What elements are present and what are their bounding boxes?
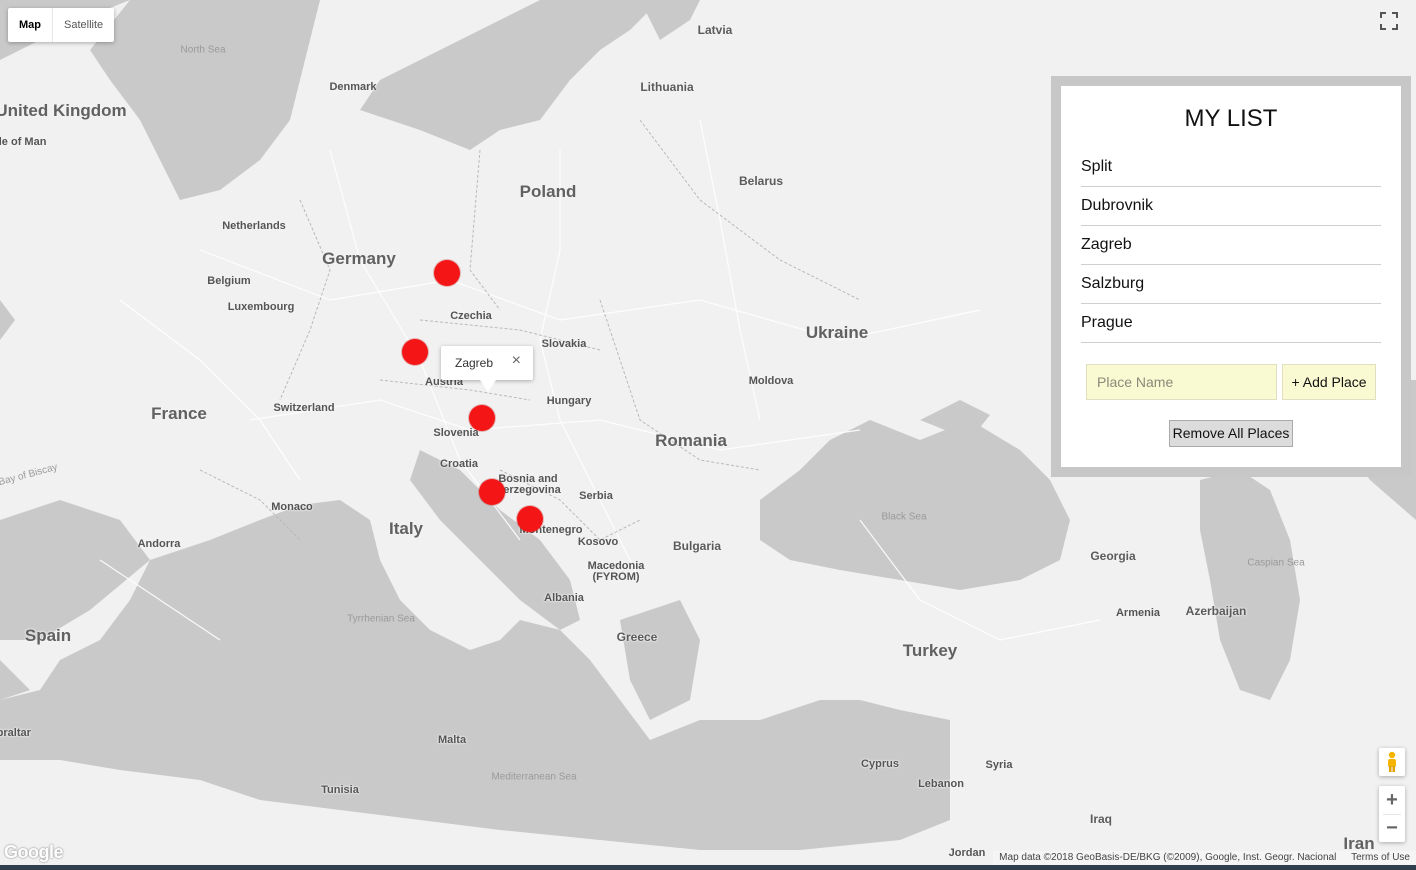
my-list-inner: MY LIST Split Dubrovnik Zagreb Salzburg … (1061, 86, 1401, 467)
marker-split[interactable] (479, 479, 505, 505)
close-icon[interactable]: × (512, 353, 521, 369)
marker-prague[interactable] (434, 260, 460, 286)
info-window: Zagreb × (441, 346, 533, 392)
list-item-zagreb[interactable]: Zagreb (1081, 226, 1381, 265)
attribution-text: Map data ©2018 GeoBasis-DE/BKG (©2009), … (999, 852, 1337, 863)
terms-of-use-link[interactable]: Terms of Use (1351, 852, 1410, 863)
marker-zagreb[interactable] (469, 405, 495, 431)
info-window-title: Zagreb (455, 356, 494, 370)
remove-all-places-button[interactable]: Remove All Places (1169, 420, 1293, 447)
bottom-strip (0, 865, 1416, 870)
list-item-dubrovnik[interactable]: Dubrovnik (1081, 187, 1381, 226)
marker-salzburg[interactable] (402, 339, 428, 365)
zoom-in-button[interactable]: + (1379, 786, 1405, 814)
my-list-panel: MY LIST Split Dubrovnik Zagreb Salzburg … (1051, 76, 1411, 477)
list-item-prague[interactable]: Prague (1081, 304, 1381, 343)
places-list: Split Dubrovnik Zagreb Salzburg Prague (1081, 148, 1381, 343)
zoom-control: + − (1379, 786, 1405, 842)
list-item-split[interactable]: Split (1081, 148, 1381, 187)
pegman-icon (1388, 751, 1396, 772)
marker-dubrovnik[interactable] (517, 506, 543, 532)
zoom-divider (1383, 814, 1401, 815)
fullscreen-button[interactable] (1374, 6, 1404, 36)
map-attribution: Map data ©2018 GeoBasis-DE/BKG (©2009), … (993, 851, 1416, 865)
map-type-control: Map Satellite (8, 8, 115, 42)
google-logo[interactable]: Google (4, 842, 64, 863)
fullscreen-icon (1380, 12, 1398, 30)
zoom-out-button[interactable]: − (1379, 814, 1405, 842)
street-view-button[interactable] (1379, 748, 1405, 776)
place-name-input[interactable] (1086, 364, 1277, 400)
map-type-satellite-button[interactable]: Satellite (53, 8, 114, 42)
panel-title: MY LIST (1184, 105, 1278, 132)
map-type-map-button[interactable]: Map (8, 8, 53, 42)
add-place-button[interactable]: + Add Place (1282, 364, 1376, 400)
info-window-tail (480, 380, 496, 392)
list-item-salzburg[interactable]: Salzburg (1081, 265, 1381, 304)
